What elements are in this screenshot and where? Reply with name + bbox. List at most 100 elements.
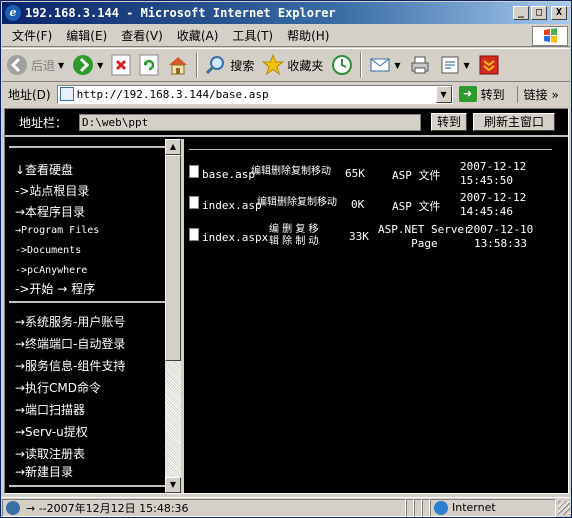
- back-label: 后退: [31, 58, 56, 73]
- file-name-link[interactable]: base.asp: [202, 168, 255, 181]
- nav-start-programs[interactable]: ->开始 → 程序: [15, 280, 95, 297]
- internet-zone-icon: [434, 500, 448, 515]
- stop-button[interactable]: [107, 50, 135, 80]
- nav-servu-escalation[interactable]: →Serv-u提权: [15, 423, 88, 440]
- nav-program-files[interactable]: →Program Files: [15, 225, 99, 236]
- address-bar: 地址(D) http://192.168.3.144/base.asp ▼ ➜ …: [2, 83, 570, 105]
- menu-file[interactable]: 文件(F): [2, 27, 59, 44]
- file-name-link[interactable]: index.aspx: [202, 231, 268, 244]
- edit-dropdown-icon[interactable]: ▼: [464, 61, 470, 70]
- nav-run-cmd[interactable]: →执行CMD命令: [15, 379, 101, 396]
- scroll-down-arrow-icon[interactable]: ▼: [165, 477, 181, 493]
- nav-terminal-port[interactable]: →终端端口-自动登录: [15, 335, 125, 352]
- forward-dropdown-icon[interactable]: ▼: [97, 61, 103, 70]
- favorites-label: 收藏夹: [287, 58, 324, 73]
- nav-system-services[interactable]: →系统服务-用户账号: [15, 313, 125, 330]
- file-actions-line[interactable]: 辑 除 制 动: [269, 236, 319, 247]
- toolbar-separator: [196, 52, 199, 78]
- windows-logo-icon: [532, 26, 568, 46]
- nav-divider: [9, 146, 165, 148]
- address-dropdown-icon[interactable]: ▼: [435, 85, 452, 103]
- address-input[interactable]: http://192.168.3.144/base.asp ▼: [56, 84, 453, 104]
- home-button[interactable]: [163, 50, 193, 80]
- toolbar-separator: [360, 52, 363, 78]
- path-go-button[interactable]: 转到: [431, 113, 468, 131]
- internet-explorer-icon: e: [5, 5, 21, 21]
- close-button[interactable]: X: [551, 6, 567, 20]
- file-actions-line[interactable]: 编 删 复 移: [269, 224, 319, 235]
- menu-favorites[interactable]: 收藏(A): [170, 27, 226, 44]
- go-button[interactable]: ➜ 转到: [458, 86, 505, 103]
- nav-service-info[interactable]: →服务信息-组件支持: [15, 357, 125, 374]
- menu-view[interactable]: 查看(V): [114, 27, 170, 44]
- left-scrollbar[interactable]: ▲ ▼: [165, 139, 181, 493]
- nav-documents[interactable]: ->Documents: [15, 245, 81, 256]
- file-date-time: 14:45:46: [460, 205, 513, 218]
- menu-edit[interactable]: 编辑(E): [59, 27, 114, 44]
- windows-flag-icon: [544, 28, 557, 43]
- links-button[interactable]: 链接 »: [516, 85, 559, 103]
- standard-toolbar: 后退 ▼ ▼ 搜索 收藏夹 ▼ ▼: [2, 48, 570, 82]
- file-icon: [189, 228, 199, 241]
- nav-pcanywhere[interactable]: ->pcAnywhere: [15, 265, 87, 276]
- go-arrow-icon: ➜: [458, 86, 477, 102]
- file-icon: [189, 165, 199, 178]
- nav-site-root[interactable]: ->站点根目录: [15, 182, 89, 199]
- ie-window: e 192.168.3.144 - Microsoft Internet Exp…: [0, 0, 572, 518]
- title-bar[interactable]: e 192.168.3.144 - Microsoft Internet Exp…: [2, 2, 570, 24]
- nav-new-directory[interactable]: →新建目录: [15, 463, 73, 480]
- scroll-up-arrow-icon[interactable]: ▲: [165, 139, 181, 155]
- address-url[interactable]: http://192.168.3.144/base.asp: [77, 88, 269, 101]
- mail-dropdown-icon[interactable]: ▼: [394, 61, 400, 70]
- forward-arrow-icon: [73, 55, 94, 75]
- scrollbar-thumb[interactable]: [165, 155, 181, 361]
- path-input[interactable]: D:\web\ppt: [79, 113, 422, 131]
- status-text-panel: → --2007年12月12日 15:48:36: [2, 498, 406, 517]
- web-page-content: 地址栏： D:\web\ppt 转到 刷新主窗口 ↓查看硬盘 ->站点根目录 →…: [4, 108, 569, 494]
- nav-program-dir[interactable]: →本程序目录: [15, 203, 85, 220]
- address-label: 地址(D): [8, 87, 51, 102]
- search-button[interactable]: 搜索: [201, 50, 258, 80]
- back-dropdown-icon[interactable]: ▼: [58, 61, 64, 70]
- nav-view-disk[interactable]: ↓查看硬盘: [15, 161, 73, 178]
- edit-button[interactable]: ▼: [435, 50, 474, 80]
- messenger-button[interactable]: [474, 50, 504, 80]
- file-actions-links[interactable]: 编 删 复 移 辑 除 制 动: [269, 224, 319, 248]
- history-button[interactable]: [327, 50, 357, 80]
- page-icon: [59, 87, 74, 101]
- page-status-icon: [6, 500, 20, 515]
- menu-help[interactable]: 帮助(H): [280, 27, 336, 44]
- file-type: ASP 文件: [392, 200, 441, 213]
- history-icon: [332, 55, 353, 75]
- menu-tools[interactable]: 工具(T): [225, 27, 280, 44]
- window-title: 192.168.3.144 - Microsoft Internet Explo…: [25, 6, 336, 20]
- maximize-button[interactable]: □: [531, 6, 547, 20]
- mail-button[interactable]: ▼: [365, 50, 404, 80]
- forward-button[interactable]: ▼: [68, 50, 107, 80]
- file-name-link[interactable]: index.asp: [202, 199, 262, 212]
- print-button[interactable]: [405, 50, 435, 80]
- file-date-day: 2007-12-10: [467, 223, 534, 236]
- nav-port-scanner[interactable]: →端口扫描器: [15, 401, 85, 418]
- file-row: index.aspx 编 删 复 移 辑 除 制 动 33K ASP.NET S…: [189, 223, 561, 253]
- file-actions-links[interactable]: 编辑删除复制移动: [257, 197, 337, 209]
- favorites-button[interactable]: 收藏夹: [258, 50, 327, 80]
- page-path-bar: 地址栏： D:\web\ppt 转到 刷新主窗口: [5, 109, 568, 137]
- refresh-main-window-button[interactable]: 刷新主窗口: [473, 113, 556, 131]
- nav-read-registry[interactable]: →读取注册表: [15, 445, 85, 462]
- file-list-frame: base.asp 编辑删除复制移动 65K ASP 文件 2007-12-12 …: [185, 139, 568, 493]
- resize-grip[interactable]: [558, 500, 570, 515]
- file-row: base.asp 编辑删除复制移动 65K ASP 文件 2007-12-12 …: [189, 160, 561, 190]
- file-type: ASP 文件: [392, 169, 441, 182]
- refresh-button[interactable]: [135, 50, 163, 80]
- back-button[interactable]: 后退 ▼: [2, 50, 68, 80]
- file-icon: [189, 196, 199, 209]
- file-date-time: 13:58:33: [474, 237, 527, 250]
- home-icon: [169, 57, 188, 75]
- file-date: 2007-12-12 14:45:46: [460, 191, 526, 219]
- security-zone-panel[interactable]: Internet: [430, 498, 556, 517]
- minimize-button[interactable]: _: [513, 6, 529, 20]
- frame-divider[interactable]: [181, 139, 184, 493]
- file-actions-links[interactable]: 编辑删除复制移动: [251, 166, 331, 178]
- search-label: 搜索: [230, 58, 255, 73]
